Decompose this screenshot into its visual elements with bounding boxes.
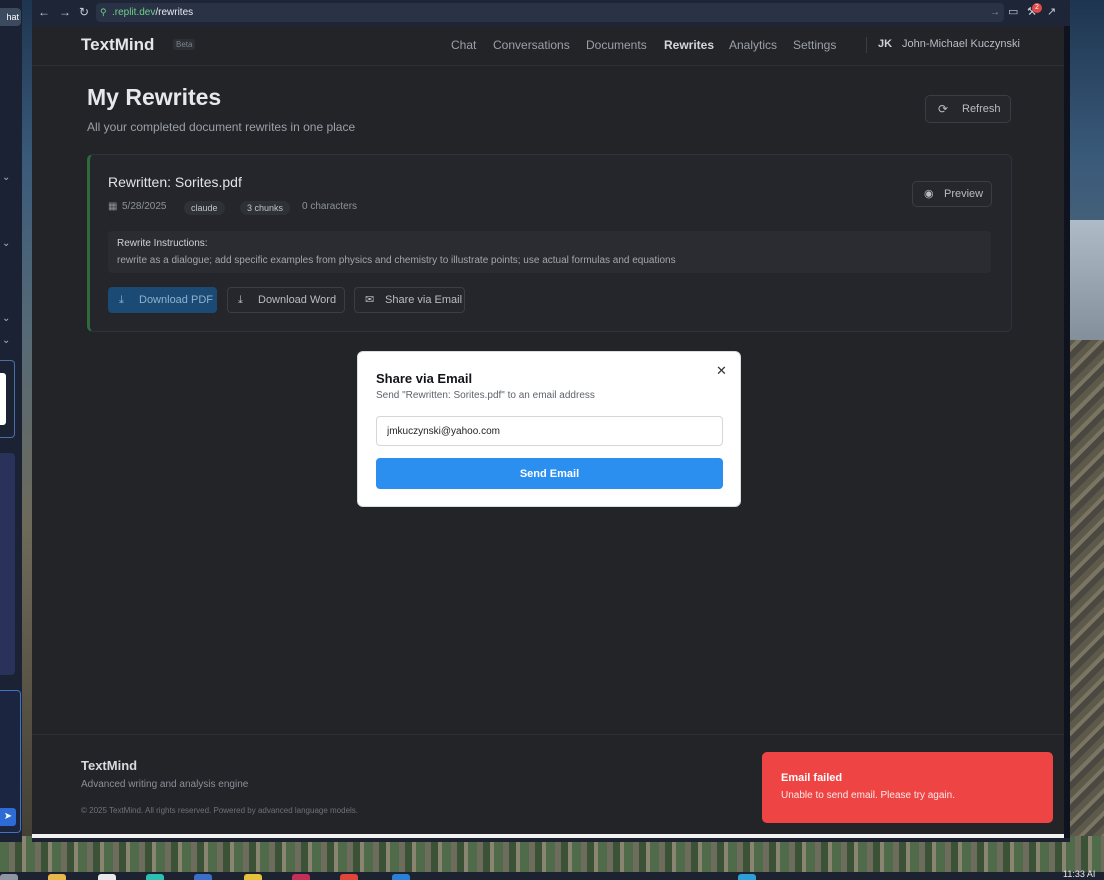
nav-analytics[interactable]: Analytics	[729, 38, 777, 52]
browser-scroll-edge	[1064, 26, 1070, 838]
share-email-dialog: Share via Email Send "Rewritten: Sorites…	[357, 351, 741, 507]
download-word-button[interactable]: ⤓ Download Word	[227, 287, 345, 313]
monitor-icon[interactable]: ▭	[1008, 5, 1018, 18]
instructions-box: Rewrite Instructions: rewrite as a dialo…	[108, 231, 991, 273]
calendar-icon: ▦	[108, 201, 118, 212]
store-icon[interactable]	[194, 874, 212, 880]
send-email-button[interactable]: Send Email	[376, 458, 723, 489]
dialog-description: Send "Rewritten: Sorites.pdf" to an emai…	[376, 390, 595, 401]
nav-chat[interactable]: Chat	[451, 38, 476, 52]
mail-icon: ✉	[365, 294, 375, 306]
share-email-button[interactable]: ✉ Share via Email	[354, 287, 465, 313]
page-title: My Rewrites	[87, 84, 222, 110]
send-icon[interactable]: ➤	[0, 808, 16, 826]
chunks-badge: 3 chunks	[240, 201, 291, 215]
close-icon[interactable]: ✕	[716, 363, 727, 379]
share-email-label: Share via Email	[385, 294, 463, 306]
app-icon[interactable]	[340, 874, 358, 880]
address-bar[interactable]: ⚲ .replit.dev/rewrites →	[96, 3, 1004, 22]
app-icon[interactable]	[244, 874, 262, 880]
nav-conversations[interactable]: Conversations	[493, 38, 570, 52]
brand-logo[interactable]: TextMind	[81, 35, 154, 55]
instructions-label: Rewrite Instructions:	[117, 238, 208, 249]
page-subtitle: All your completed document rewrites in …	[87, 120, 356, 134]
reload-icon[interactable]: ↻	[79, 5, 89, 19]
nav-rewrites[interactable]: Rewrites	[664, 38, 714, 52]
app-icon[interactable]	[292, 874, 310, 880]
browser-bottom-edge	[32, 834, 1064, 838]
refresh-label: Refresh	[962, 103, 1001, 115]
taskbar-app-icon[interactable]	[0, 874, 18, 880]
browser-app-icon[interactable]	[146, 874, 164, 880]
folder-icon[interactable]	[48, 874, 66, 880]
refresh-icon: ⟳	[938, 102, 949, 116]
chevron-down-icon[interactable]: ⌄	[2, 313, 10, 324]
character-count: 0 characters	[302, 201, 358, 212]
email-field[interactable]	[376, 416, 723, 446]
link-icon: ⚲	[100, 7, 107, 17]
download-word-label: Download Word	[258, 294, 337, 306]
footer-tagline: Advanced writing and analysis engine	[81, 779, 249, 790]
nav-settings[interactable]: Settings	[793, 38, 836, 52]
toast-title: Email failed	[781, 772, 843, 784]
left-side-app: hat ⌄ ⌄ ⌄ ⌄ ➤	[0, 0, 22, 842]
download-icon: ⤓	[119, 294, 124, 306]
download-pdf-button[interactable]: ⤓ Download PDF	[108, 287, 217, 313]
nav-divider	[866, 37, 867, 53]
refresh-button[interactable]: ⟳ Refresh	[925, 95, 1011, 123]
wallpaper-rocks	[1068, 340, 1104, 860]
toast-message: Unable to send email. Please try again.	[781, 790, 955, 801]
wallpaper-snow	[1068, 220, 1104, 340]
url-path: /rewrites	[155, 7, 194, 18]
external-link-icon[interactable]: ↗	[1047, 5, 1056, 18]
chat-tab[interactable]: hat	[0, 8, 21, 26]
chevron-down-icon[interactable]: ⌄	[2, 238, 10, 249]
side-panel-card	[0, 360, 15, 438]
instructions-text: rewrite as a dialogue; add specific exam…	[117, 255, 676, 266]
side-panel-block	[0, 453, 15, 675]
forward-icon[interactable]: →	[59, 5, 71, 19]
chrome-icon[interactable]	[98, 874, 116, 880]
card-title: Rewritten: Sorites.pdf	[108, 174, 242, 190]
download-pdf-label: Download PDF	[139, 294, 213, 306]
user-name[interactable]: John-Michael Kuczynski	[902, 38, 1020, 50]
beta-badge: Beta	[173, 39, 196, 50]
url-host: .replit.dev	[112, 7, 156, 18]
go-icon[interactable]: →	[990, 3, 1000, 22]
model-badge: claude	[184, 201, 225, 215]
site-header: TextMind Beta Chat Conversations Documen…	[32, 26, 1064, 66]
chevron-down-icon[interactable]: ⌄	[2, 335, 10, 346]
download-icon: ⤓	[238, 294, 243, 306]
chevron-down-icon[interactable]: ⌄	[2, 172, 10, 183]
notification-badge: 2	[1032, 3, 1042, 13]
nav-documents[interactable]: Documents	[586, 38, 647, 52]
app-icon[interactable]	[392, 874, 410, 880]
rewrite-card: Rewritten: Sorites.pdf ▦ 5/28/2025 claud…	[87, 154, 1012, 332]
eye-icon: ◉	[924, 188, 934, 200]
taskbar	[0, 872, 1104, 880]
avatar[interactable]: JK	[878, 38, 892, 50]
browser-toolbar: ← → ↻ ⚲ .replit.dev/rewrites → ▭ ⚒ 2 ↗	[32, 0, 1070, 26]
dialog-title: Share via Email	[376, 371, 473, 386]
footer-copyright: © 2025 TextMind. All rights reserved. Po…	[81, 806, 359, 815]
preview-label: Preview	[944, 188, 984, 200]
preview-button[interactable]: ◉ Preview	[912, 181, 992, 207]
side-panel-preview	[0, 373, 6, 425]
footer-brand: TextMind	[81, 758, 138, 773]
back-icon[interactable]: ←	[38, 5, 50, 19]
error-toast[interactable]: Email failed Unable to send email. Pleas…	[762, 752, 1053, 823]
system-clock[interactable]: 11:33 AI	[1063, 869, 1095, 879]
card-date: 5/28/2025	[122, 201, 167, 212]
app-icon[interactable]	[738, 874, 756, 880]
